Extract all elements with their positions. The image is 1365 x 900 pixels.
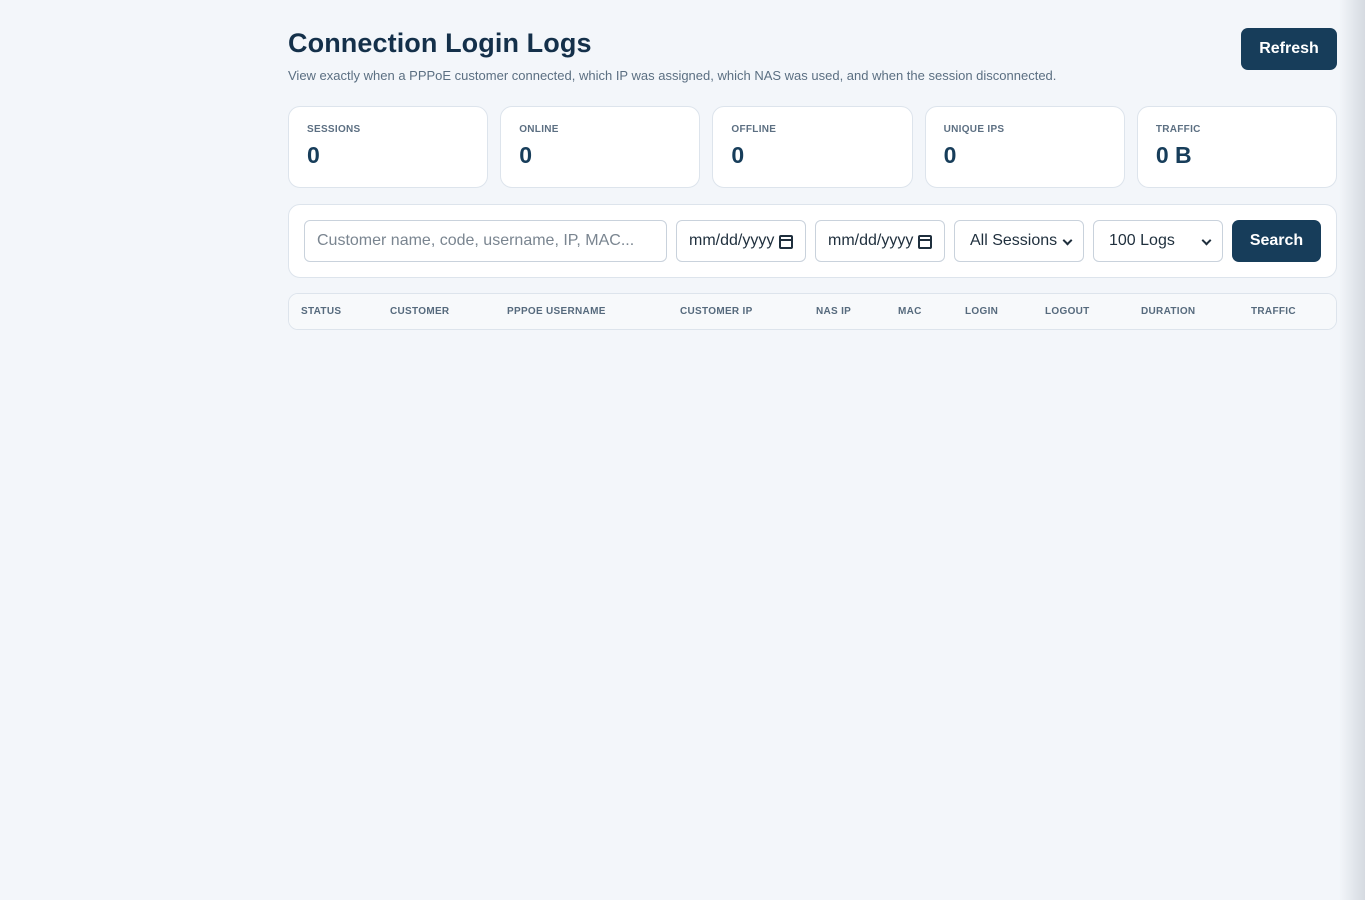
- stat-label: ONLINE: [519, 124, 559, 135]
- main-content: Connection Login Logs View exactly when …: [288, 0, 1338, 330]
- stat-value: 0 B: [1155, 142, 1192, 168]
- page-subtitle: View exactly when a PPPoE customer conne…: [288, 68, 1057, 83]
- stat-label: UNIQUE IPS: [943, 124, 1005, 135]
- stat-value: 0: [307, 142, 320, 168]
- column-header-customer[interactable]: CUSTOMER: [390, 306, 449, 317]
- refresh-button[interactable]: Refresh: [1241, 28, 1337, 70]
- stat-label: OFFLINE: [731, 124, 777, 135]
- scroll-edge-shadow: [1339, 0, 1365, 900]
- column-header-pppoe-username[interactable]: PPPOE USERNAME: [507, 306, 606, 317]
- column-header-duration[interactable]: DURATION: [1141, 306, 1195, 317]
- stat-card-unique-ips: UNIQUE IPS 0: [924, 106, 1125, 188]
- column-header-logout[interactable]: LOGOUT: [1045, 306, 1090, 317]
- logs-table: STATUS CUSTOMER PPPOE USERNAME CUSTOMER …: [288, 293, 1337, 330]
- stat-card-offline: OFFLINE 0: [712, 106, 913, 188]
- chevron-down-icon: [1062, 235, 1073, 246]
- column-header-login[interactable]: LOGIN: [965, 306, 998, 317]
- stat-card-sessions: SESSIONS 0: [288, 106, 489, 188]
- chevron-down-icon: [1201, 235, 1212, 246]
- calendar-icon[interactable]: [918, 235, 932, 249]
- page-title: Connection Login Logs: [288, 28, 592, 58]
- calendar-icon[interactable]: [779, 235, 793, 249]
- column-header-status[interactable]: STATUS: [301, 306, 341, 317]
- column-header-customer-ip[interactable]: CUSTOMER IP: [680, 306, 753, 317]
- stat-card-traffic: TRAFFIC 0 B: [1136, 106, 1338, 188]
- stat-value: 0: [943, 142, 957, 168]
- session-filter-select[interactable]: All Sessions: [954, 220, 1084, 262]
- stat-value: 0: [731, 142, 745, 168]
- table-header: STATUS CUSTOMER PPPOE USERNAME CUSTOMER …: [289, 294, 1336, 329]
- date-from-placeholder: mm/dd/yyyy: [689, 232, 775, 249]
- page-header: Connection Login Logs View exactly when …: [288, 0, 1337, 106]
- stat-label: TRAFFIC: [1155, 124, 1201, 135]
- filter-bar: Customer name, code, username, IP, MAC..…: [288, 204, 1337, 278]
- search-input[interactable]: Customer name, code, username, IP, MAC..…: [304, 220, 667, 262]
- date-from-input[interactable]: mm/dd/yyyy: [676, 220, 806, 262]
- date-to-input[interactable]: mm/dd/yyyy: [815, 220, 945, 262]
- stat-value: 0: [519, 142, 532, 168]
- stats-row: SESSIONS 0 ONLINE 0 OFFLINE 0 UNIQUE IPS…: [288, 106, 1338, 188]
- stat-card-online: ONLINE 0: [500, 106, 701, 188]
- column-header-traffic[interactable]: TRAFFIC: [1251, 306, 1296, 317]
- session-filter-value: All Sessions: [970, 232, 1058, 249]
- log-limit-select[interactable]: 100 Logs: [1093, 220, 1223, 262]
- stat-label: SESSIONS: [307, 124, 361, 135]
- column-header-mac[interactable]: MAC: [898, 306, 922, 317]
- search-placeholder: Customer name, code, username, IP, MAC..…: [317, 232, 635, 249]
- log-limit-value: 100 Logs: [1109, 232, 1175, 249]
- date-to-placeholder: mm/dd/yyyy: [828, 232, 914, 249]
- column-header-nas-ip[interactable]: NAS IP: [816, 306, 851, 317]
- search-button[interactable]: Search: [1232, 220, 1321, 262]
